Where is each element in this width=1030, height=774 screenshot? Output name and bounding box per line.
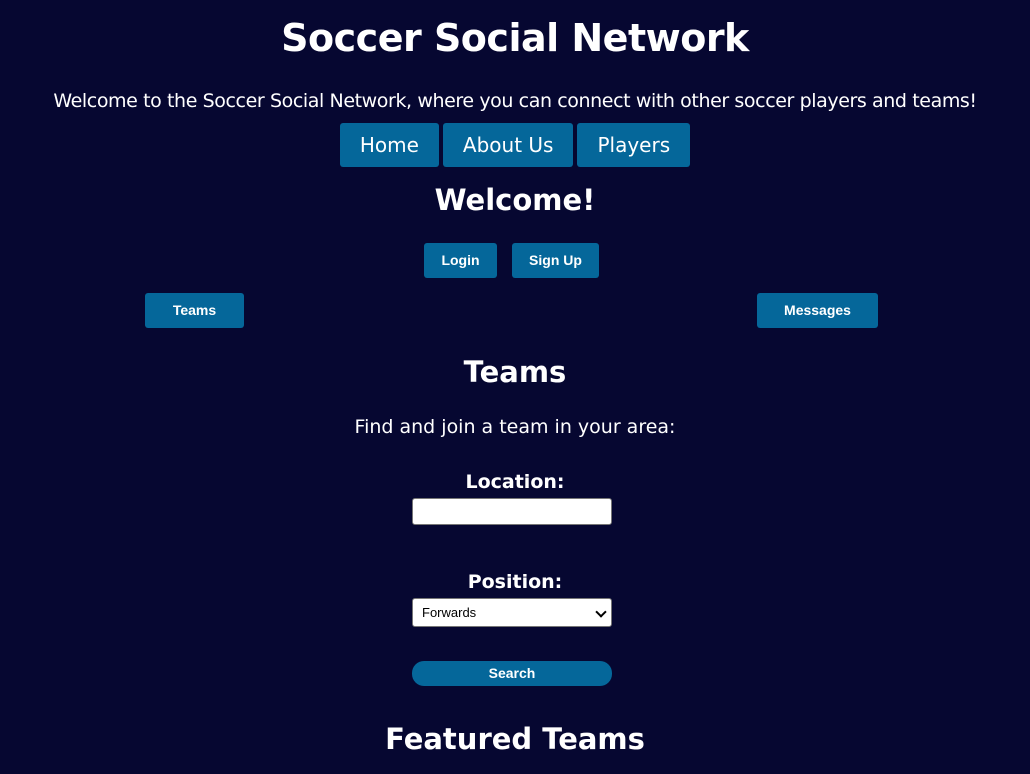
position-label: Position: xyxy=(467,571,563,593)
nav-about-us-button[interactable]: About Us xyxy=(442,123,574,167)
location-input[interactable] xyxy=(412,498,612,525)
teams-intro-text: Find and join a team in your area: xyxy=(354,416,676,438)
nav-home-button[interactable]: Home xyxy=(339,123,439,167)
welcome-heading: Welcome! xyxy=(434,183,596,217)
messages-button[interactable]: Messages xyxy=(757,293,878,328)
site-tagline: Welcome to the Soccer Social Network, wh… xyxy=(53,90,977,112)
site-title: Soccer Social Network xyxy=(281,16,749,60)
featured-teams-heading: Featured Teams xyxy=(385,722,645,756)
teams-heading: Teams xyxy=(463,355,567,389)
position-select[interactable]: Forwards xyxy=(412,598,612,627)
main-nav: Home About Us Players xyxy=(0,123,1030,167)
nav-players-button[interactable]: Players xyxy=(577,123,691,167)
teams-button[interactable]: Teams xyxy=(145,293,244,328)
search-button[interactable]: Search xyxy=(412,661,612,686)
login-button[interactable]: Login xyxy=(424,243,497,278)
location-label: Location: xyxy=(465,471,565,493)
position-selected-value: Forwards xyxy=(422,605,477,620)
sign-up-button[interactable]: Sign Up xyxy=(512,243,599,278)
chevron-down-icon xyxy=(595,606,607,618)
